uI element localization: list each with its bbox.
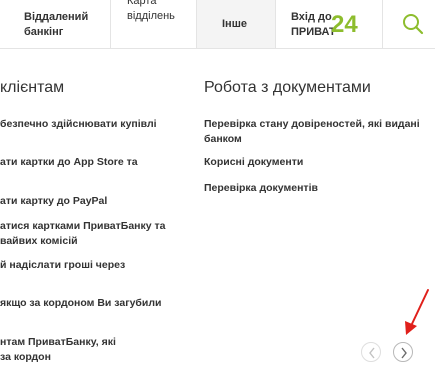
page: Віддалений банкінг Карта відділень Інше … — [0, 0, 435, 383]
nav-branch-map-label: Карта відділень — [127, 0, 175, 22]
right-link-2[interactable]: Корисні документи — [204, 155, 303, 170]
left-link-1[interactable]: безпечно здійснювати купівлі — [0, 117, 157, 132]
left-column-title: клієнтам — [0, 79, 65, 96]
nav-remote-banking-label: Віддалений банкінг — [24, 11, 89, 38]
left-link-2[interactable]: ати картки до App Store та — [0, 155, 138, 170]
right-column-title: Робота з документами — [204, 79, 371, 96]
left-link-4[interactable]: атися картками ПриватБанку та вайвих ком… — [0, 219, 166, 249]
nav-other-label: Інше — [222, 18, 247, 30]
right-link-3[interactable]: Перевірка документів — [204, 181, 318, 196]
right-link-1[interactable]: Перевірка стану довіреностей, які видані… — [204, 117, 420, 147]
chevron-right-icon — [401, 347, 407, 359]
search-icon — [403, 14, 424, 35]
top-navigation: Віддалений банкінг Карта відділень Інше … — [0, 0, 435, 49]
privat24-number: 24 — [331, 11, 358, 38]
nav-other[interactable]: Інше — [197, 0, 275, 48]
nav-remote-banking[interactable]: Віддалений банкінг — [0, 0, 110, 48]
left-link-5[interactable]: й надіслати гроші через — [0, 258, 125, 273]
left-link-6[interactable]: якщо за кордоном Ви загубили — [0, 296, 162, 311]
search-button[interactable] — [383, 0, 435, 48]
carousel-prev-button[interactable] — [361, 342, 381, 362]
red-annotation-arrow — [405, 289, 429, 335]
left-link-3[interactable]: ати картку до PayPal — [0, 194, 107, 209]
nav-login-privat24[interactable]: Вхід до ПРИВАТ 24 — [276, 0, 382, 48]
left-link-7[interactable]: нтам ПриватБанку, які за кордон — [0, 335, 116, 365]
carousel-next-button[interactable] — [393, 342, 413, 362]
chevron-left-icon — [369, 347, 375, 359]
nav-branch-map[interactable]: Карта відділень — [111, 0, 196, 48]
